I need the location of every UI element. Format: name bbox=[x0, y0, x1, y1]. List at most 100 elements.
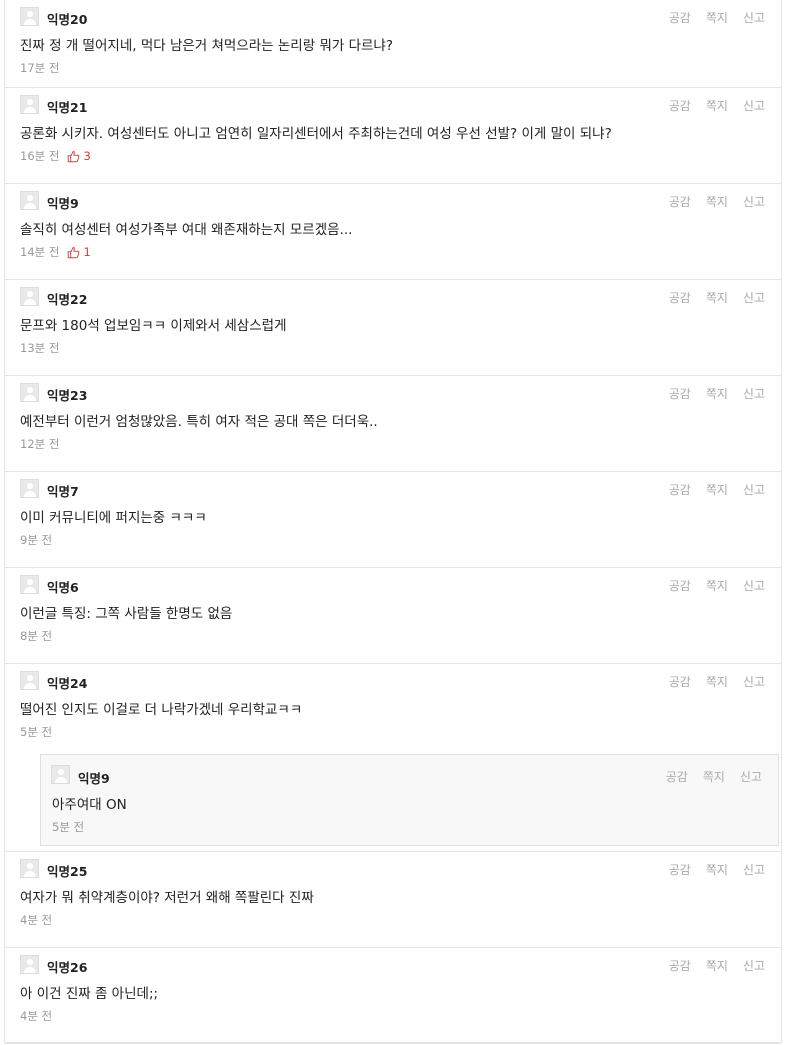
comment-item: 익명24 공감 쪽지 신고 떨어진 인지도 이걸로 더 나락가겠네 우리학교ㅋㅋ 5분 전… bbox=[5, 664, 781, 852]
comment-item: 익명26 공감 쪽지 신고 아 이건 진짜 좀 아닌데;; 4분 전 bbox=[5, 948, 781, 1044]
comment-list: 익명20 공감 쪽지 신고 진짜 정 개 떨어지네, 먹다 남은거 쳐먹으라는 논리랑 … bbox=[4, 0, 782, 1044]
like-count-value: 3 bbox=[83, 149, 91, 163]
report-button[interactable]: 신고 bbox=[743, 289, 765, 306]
like-button[interactable]: 공감 bbox=[669, 861, 691, 878]
avatar-head-shape bbox=[27, 387, 33, 393]
avatar bbox=[20, 859, 39, 878]
comment-item: 익명6 공감 쪽지 신고 이런글 특징: 그쪽 사람들 한명도 없음 8분 전 bbox=[5, 568, 781, 664]
like-button[interactable]: 공감 bbox=[669, 481, 691, 498]
comment-meta: 4분 전 bbox=[20, 1008, 52, 1024]
comment-author: 익명23 bbox=[47, 388, 88, 403]
comment-actions: 공감 쪽지 신고 bbox=[669, 577, 765, 594]
comment-item: 익명23 공감 쪽지 신고예전부터 이런거 엄청많았음. 특히 여자 적은 공대 쪽은… bbox=[5, 376, 781, 472]
like-count: 3 bbox=[67, 149, 91, 163]
report-button[interactable]: 신고 bbox=[743, 385, 765, 402]
comment-actions: 공감 쪽지 신고 bbox=[669, 957, 765, 974]
comment-text: 예전부터 이런거 엄청많았음. 특히 여자 적은 공대 쪽은 더더욱.. bbox=[20, 414, 378, 430]
comment-author: 익명6 bbox=[47, 580, 79, 595]
comment-author: 익명24 bbox=[47, 676, 88, 691]
message-button[interactable]: 쪽지 bbox=[706, 289, 728, 306]
comment-meta: 14분 전 1 bbox=[20, 244, 91, 260]
comment-actions: 공감 쪽지 신고 bbox=[669, 861, 765, 878]
thumbs-up-icon bbox=[68, 246, 80, 258]
comment-time: 16분 전 bbox=[20, 149, 60, 163]
report-button[interactable]: 신고 bbox=[743, 861, 765, 878]
reply-meta: 5분 전 bbox=[52, 819, 84, 835]
message-button[interactable]: 쪽지 bbox=[706, 97, 728, 114]
comment-author: 익명25 bbox=[47, 864, 88, 879]
avatar bbox=[20, 479, 39, 498]
comment-author: 익명7 bbox=[47, 484, 79, 499]
like-button[interactable]: 공감 bbox=[669, 957, 691, 974]
comment-time: 4분 전 bbox=[20, 913, 53, 927]
report-button[interactable]: 신고 bbox=[743, 481, 765, 498]
avatar-body-shape bbox=[24, 587, 36, 593]
report-button[interactable]: 신고 bbox=[743, 9, 765, 26]
avatar bbox=[51, 765, 70, 784]
like-button[interactable]: 공감 bbox=[669, 385, 691, 402]
message-button[interactable]: 쪽지 bbox=[703, 768, 725, 785]
comment-meta: 17분 전 bbox=[20, 60, 59, 76]
comment-text: 여자가 뭐 취약계층이야? 저런거 왜해 쪽팔린다 진짜 bbox=[20, 890, 314, 906]
comment-time: 9분 전 bbox=[20, 533, 53, 547]
like-count-value: 1 bbox=[83, 245, 91, 259]
report-button[interactable]: 신고 bbox=[743, 957, 765, 974]
message-button[interactable]: 쪽지 bbox=[706, 9, 728, 26]
report-button[interactable]: 신고 bbox=[743, 673, 765, 690]
avatar bbox=[20, 7, 39, 26]
comment-actions: 공감 쪽지 신고 bbox=[669, 481, 765, 498]
comment-time: 17분 전 bbox=[20, 61, 60, 75]
comment-meta: 12분 전 bbox=[20, 436, 59, 452]
like-button[interactable]: 공감 bbox=[669, 9, 691, 26]
comment-item: 익명21 공감 쪽지 신고 공론화 시키자. 여성센터도 아니고 엄연히 일자리센터에서… bbox=[5, 88, 781, 184]
avatar bbox=[20, 955, 39, 974]
report-button[interactable]: 신고 bbox=[743, 577, 765, 594]
message-button[interactable]: 쪽지 bbox=[706, 193, 728, 210]
avatar-body-shape bbox=[24, 491, 36, 497]
avatar-body-shape bbox=[24, 107, 36, 113]
message-button[interactable]: 쪽지 bbox=[706, 577, 728, 594]
message-button[interactable]: 쪽지 bbox=[706, 673, 728, 690]
message-button[interactable]: 쪽지 bbox=[706, 385, 728, 402]
avatar-head-shape bbox=[27, 195, 33, 201]
comment-text: 진짜 정 개 떨어지네, 먹다 남은거 쳐먹으라는 논리랑 뭐가 다르냐? bbox=[20, 38, 393, 54]
avatar-body-shape bbox=[24, 299, 36, 305]
like-button[interactable]: 공감 bbox=[669, 577, 691, 594]
like-button[interactable]: 공감 bbox=[669, 97, 691, 114]
like-count: 1 bbox=[67, 245, 91, 259]
avatar-head-shape bbox=[58, 769, 64, 775]
like-button[interactable]: 공감 bbox=[669, 289, 691, 306]
comment-text: 떨어진 인지도 이걸로 더 나락가겠네 우리학교ㅋㅋ bbox=[20, 702, 303, 718]
reply-text: 아주여대 ON bbox=[52, 797, 127, 813]
like-button[interactable]: 공감 bbox=[669, 673, 691, 690]
reply-item: 익명9 공감 쪽지 신고 아주여대 ON 5분 전 bbox=[40, 754, 779, 846]
thumbs-up-icon bbox=[68, 150, 80, 162]
avatar-head-shape bbox=[27, 959, 33, 965]
comment-item: 익명20 공감 쪽지 신고 진짜 정 개 떨어지네, 먹다 남은거 쳐먹으라는 논리랑 … bbox=[5, 0, 781, 88]
report-button[interactable]: 신고 bbox=[743, 97, 765, 114]
comment-actions: 공감 쪽지 신고 bbox=[669, 193, 765, 210]
avatar-head-shape bbox=[27, 483, 33, 489]
avatar bbox=[20, 671, 39, 690]
comment-meta: 13분 전 bbox=[20, 340, 59, 356]
report-button[interactable]: 신고 bbox=[740, 768, 762, 785]
avatar bbox=[20, 575, 39, 594]
comment-time: 4분 전 bbox=[20, 1009, 53, 1023]
avatar-body-shape bbox=[24, 967, 36, 973]
comment-item: 익명7 공감 쪽지 신고 이미 커뮤니티에 퍼지는중 ㅋㅋㅋ 9분 전 bbox=[5, 472, 781, 568]
avatar-body-shape bbox=[24, 683, 36, 689]
message-button[interactable]: 쪽지 bbox=[706, 957, 728, 974]
avatar bbox=[20, 383, 39, 402]
comment-meta: 9분 전 bbox=[20, 532, 52, 548]
like-button[interactable]: 공감 bbox=[666, 768, 688, 785]
comment-actions: 공감 쪽지 신고 bbox=[666, 768, 762, 785]
message-button[interactable]: 쪽지 bbox=[706, 861, 728, 878]
comment-actions: 공감 쪽지 신고 bbox=[669, 9, 765, 26]
report-button[interactable]: 신고 bbox=[743, 193, 765, 210]
comment-meta: 4분 전 bbox=[20, 912, 52, 928]
like-button[interactable]: 공감 bbox=[669, 193, 691, 210]
comment-meta: 16분 전 3 bbox=[20, 148, 91, 164]
avatar-head-shape bbox=[27, 675, 33, 681]
message-button[interactable]: 쪽지 bbox=[706, 481, 728, 498]
comment-text: 문프와 180석 업보임ㅋㅋ 이제와서 세삼스럽게 bbox=[20, 318, 287, 334]
